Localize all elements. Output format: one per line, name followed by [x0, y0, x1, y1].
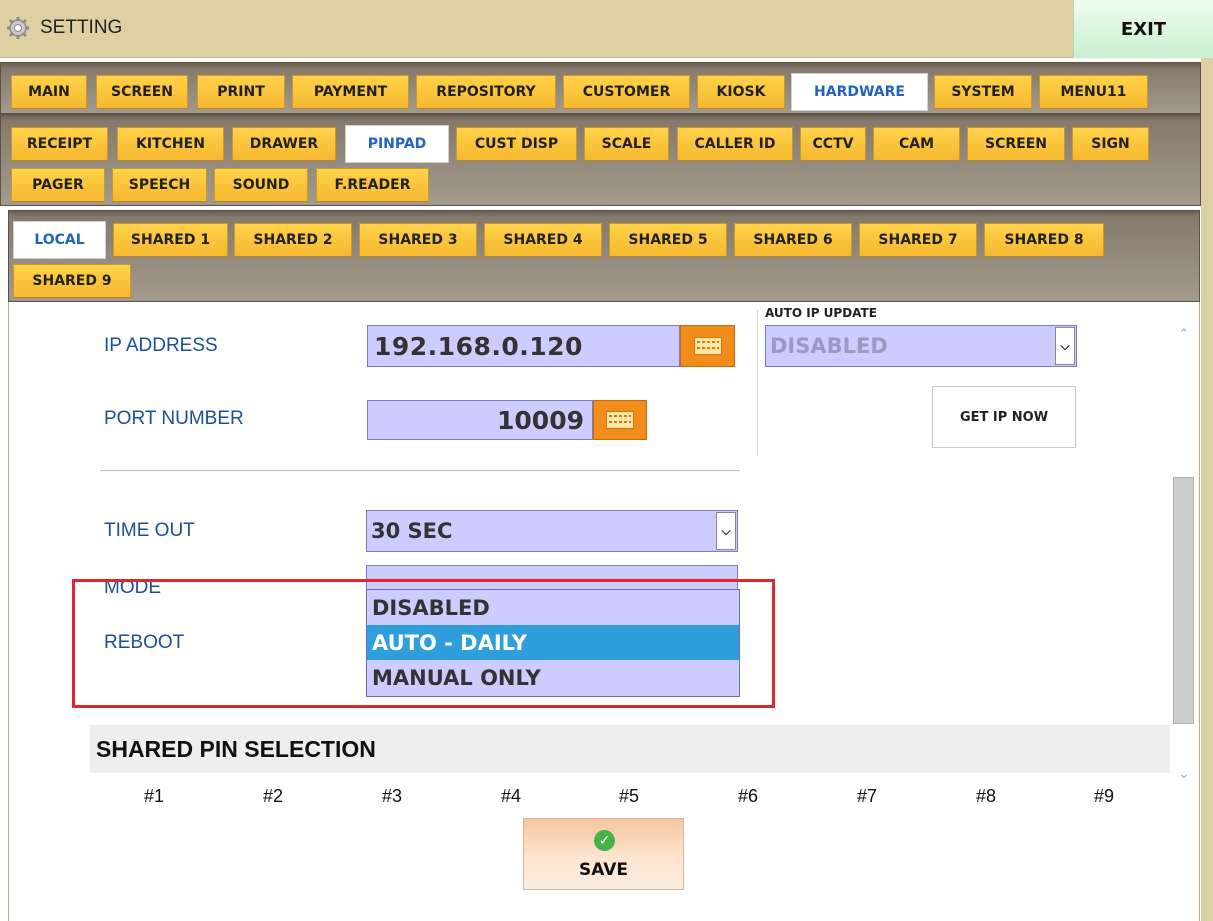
- tab-screen-hw[interactable]: SCREEN: [967, 127, 1065, 161]
- tab-kiosk[interactable]: KIOSK: [697, 75, 785, 109]
- tab-pinpad[interactable]: PINPAD: [345, 125, 449, 163]
- time-out-select[interactable]: 30 SEC ⌵: [366, 510, 738, 552]
- time-out-label: TIME OUT: [104, 520, 195, 541]
- pin-7[interactable]: #7: [847, 786, 887, 807]
- shared-pin-selection-title: SHARED PIN SELECTION: [96, 736, 376, 762]
- tab-receipt[interactable]: RECEIPT: [11, 127, 108, 161]
- exit-button[interactable]: EXIT: [1073, 0, 1213, 58]
- tab-cam[interactable]: CAM: [873, 127, 960, 161]
- keyboard-icon[interactable]: [593, 400, 647, 440]
- highlight-box: [72, 579, 775, 708]
- tab-hardware[interactable]: HARDWARE: [791, 73, 928, 111]
- tab-shared-6[interactable]: SHARED 6: [734, 223, 852, 257]
- tab-shared-4[interactable]: SHARED 4: [484, 223, 602, 257]
- ip-address-value: 192.168.0.120: [374, 332, 583, 361]
- scrollbar-thumb[interactable]: [1173, 477, 1194, 724]
- checkmark-icon: ✓: [594, 830, 615, 851]
- tab-drawer[interactable]: DRAWER: [232, 127, 336, 161]
- pin-5[interactable]: #5: [609, 786, 649, 807]
- pin-8[interactable]: #8: [966, 786, 1006, 807]
- save-button[interactable]: ✓ SAVE: [523, 818, 684, 890]
- port-number-field[interactable]: 10009: [367, 400, 593, 440]
- location-tab-bar: LOCAL SHARED 1 SHARED 2 SHARED 3 SHARED …: [8, 210, 1200, 302]
- get-ip-now-button[interactable]: GET IP NOW: [932, 386, 1076, 448]
- tab-sign[interactable]: SIGN: [1072, 127, 1149, 161]
- tab-print[interactable]: PRINT: [197, 75, 285, 109]
- scroll-up-icon[interactable]: ⌃: [1176, 326, 1192, 341]
- tab-system[interactable]: SYSTEM: [934, 75, 1032, 109]
- tab-shared-2[interactable]: SHARED 2: [234, 223, 352, 257]
- pin-6[interactable]: #6: [728, 786, 768, 807]
- tab-customer[interactable]: CUSTOMER: [563, 75, 690, 109]
- keyboard-icon[interactable]: [680, 325, 735, 367]
- title-bar: SETTING EXIT: [0, 0, 1213, 58]
- tab-shared-8[interactable]: SHARED 8: [984, 223, 1104, 257]
- tab-main[interactable]: MAIN: [11, 75, 87, 109]
- pin-4[interactable]: #4: [491, 786, 531, 807]
- window-title: SETTING: [40, 17, 123, 38]
- port-number-label: PORT NUMBER: [104, 408, 244, 429]
- tab-menu11[interactable]: MENU11: [1039, 75, 1148, 109]
- ip-address-field[interactable]: 192.168.0.120: [367, 325, 680, 367]
- window-edge: [1201, 58, 1213, 921]
- save-label: SAVE: [578, 860, 629, 880]
- main-tab-bar: MAIN SCREEN PRINT PAYMENT REPOSITORY CUS…: [0, 62, 1201, 114]
- port-number-value: 10009: [497, 406, 584, 435]
- ip-address-label: IP ADDRESS: [104, 335, 218, 356]
- tab-caller-id[interactable]: CALLER ID: [677, 127, 793, 161]
- scroll-down-icon[interactable]: ⌄: [1176, 766, 1192, 781]
- pin-3[interactable]: #3: [372, 786, 412, 807]
- divider: [757, 310, 758, 456]
- pin-1[interactable]: #1: [134, 786, 174, 807]
- auto-ip-update-label: AUTO IP UPDATE: [765, 306, 877, 320]
- hardware-tab-bar: RECEIPT KITCHEN DRAWER PINPAD CUST DISP …: [0, 114, 1201, 206]
- tab-cctv[interactable]: CCTV: [800, 127, 866, 161]
- auto-ip-update-value: DISABLED: [770, 334, 888, 358]
- tab-sound[interactable]: SOUND: [214, 168, 308, 202]
- tab-shared-9[interactable]: SHARED 9: [13, 264, 131, 298]
- tab-shared-3[interactable]: SHARED 3: [359, 223, 477, 257]
- gear-icon: [7, 17, 29, 39]
- tab-shared-5[interactable]: SHARED 5: [609, 223, 727, 257]
- tab-cust-disp[interactable]: CUST DISP: [456, 127, 577, 161]
- tab-repository[interactable]: REPOSITORY: [416, 75, 556, 109]
- separator-line: [100, 470, 740, 471]
- time-out-value: 30 SEC: [371, 519, 453, 543]
- tab-shared-7[interactable]: SHARED 7: [859, 223, 977, 257]
- tab-pager[interactable]: PAGER: [11, 168, 105, 202]
- tab-f-reader[interactable]: F.READER: [316, 168, 429, 202]
- tab-shared-1[interactable]: SHARED 1: [113, 223, 228, 257]
- tab-scale[interactable]: SCALE: [584, 127, 669, 161]
- pin-9[interactable]: #9: [1084, 786, 1124, 807]
- tab-payment[interactable]: PAYMENT: [292, 75, 409, 109]
- tab-screen[interactable]: SCREEN: [96, 75, 188, 109]
- vertical-scrollbar[interactable]: ⌃ ⌄: [1172, 318, 1196, 788]
- tab-kitchen[interactable]: KITCHEN: [117, 127, 224, 161]
- auto-ip-update-select[interactable]: DISABLED ⌵: [765, 325, 1077, 367]
- tab-local[interactable]: LOCAL: [13, 221, 106, 259]
- chevron-down-icon[interactable]: ⌵: [1055, 327, 1075, 365]
- chevron-down-icon[interactable]: ⌵: [716, 512, 736, 550]
- pin-2[interactable]: #2: [253, 786, 293, 807]
- tab-speech[interactable]: SPEECH: [112, 168, 207, 202]
